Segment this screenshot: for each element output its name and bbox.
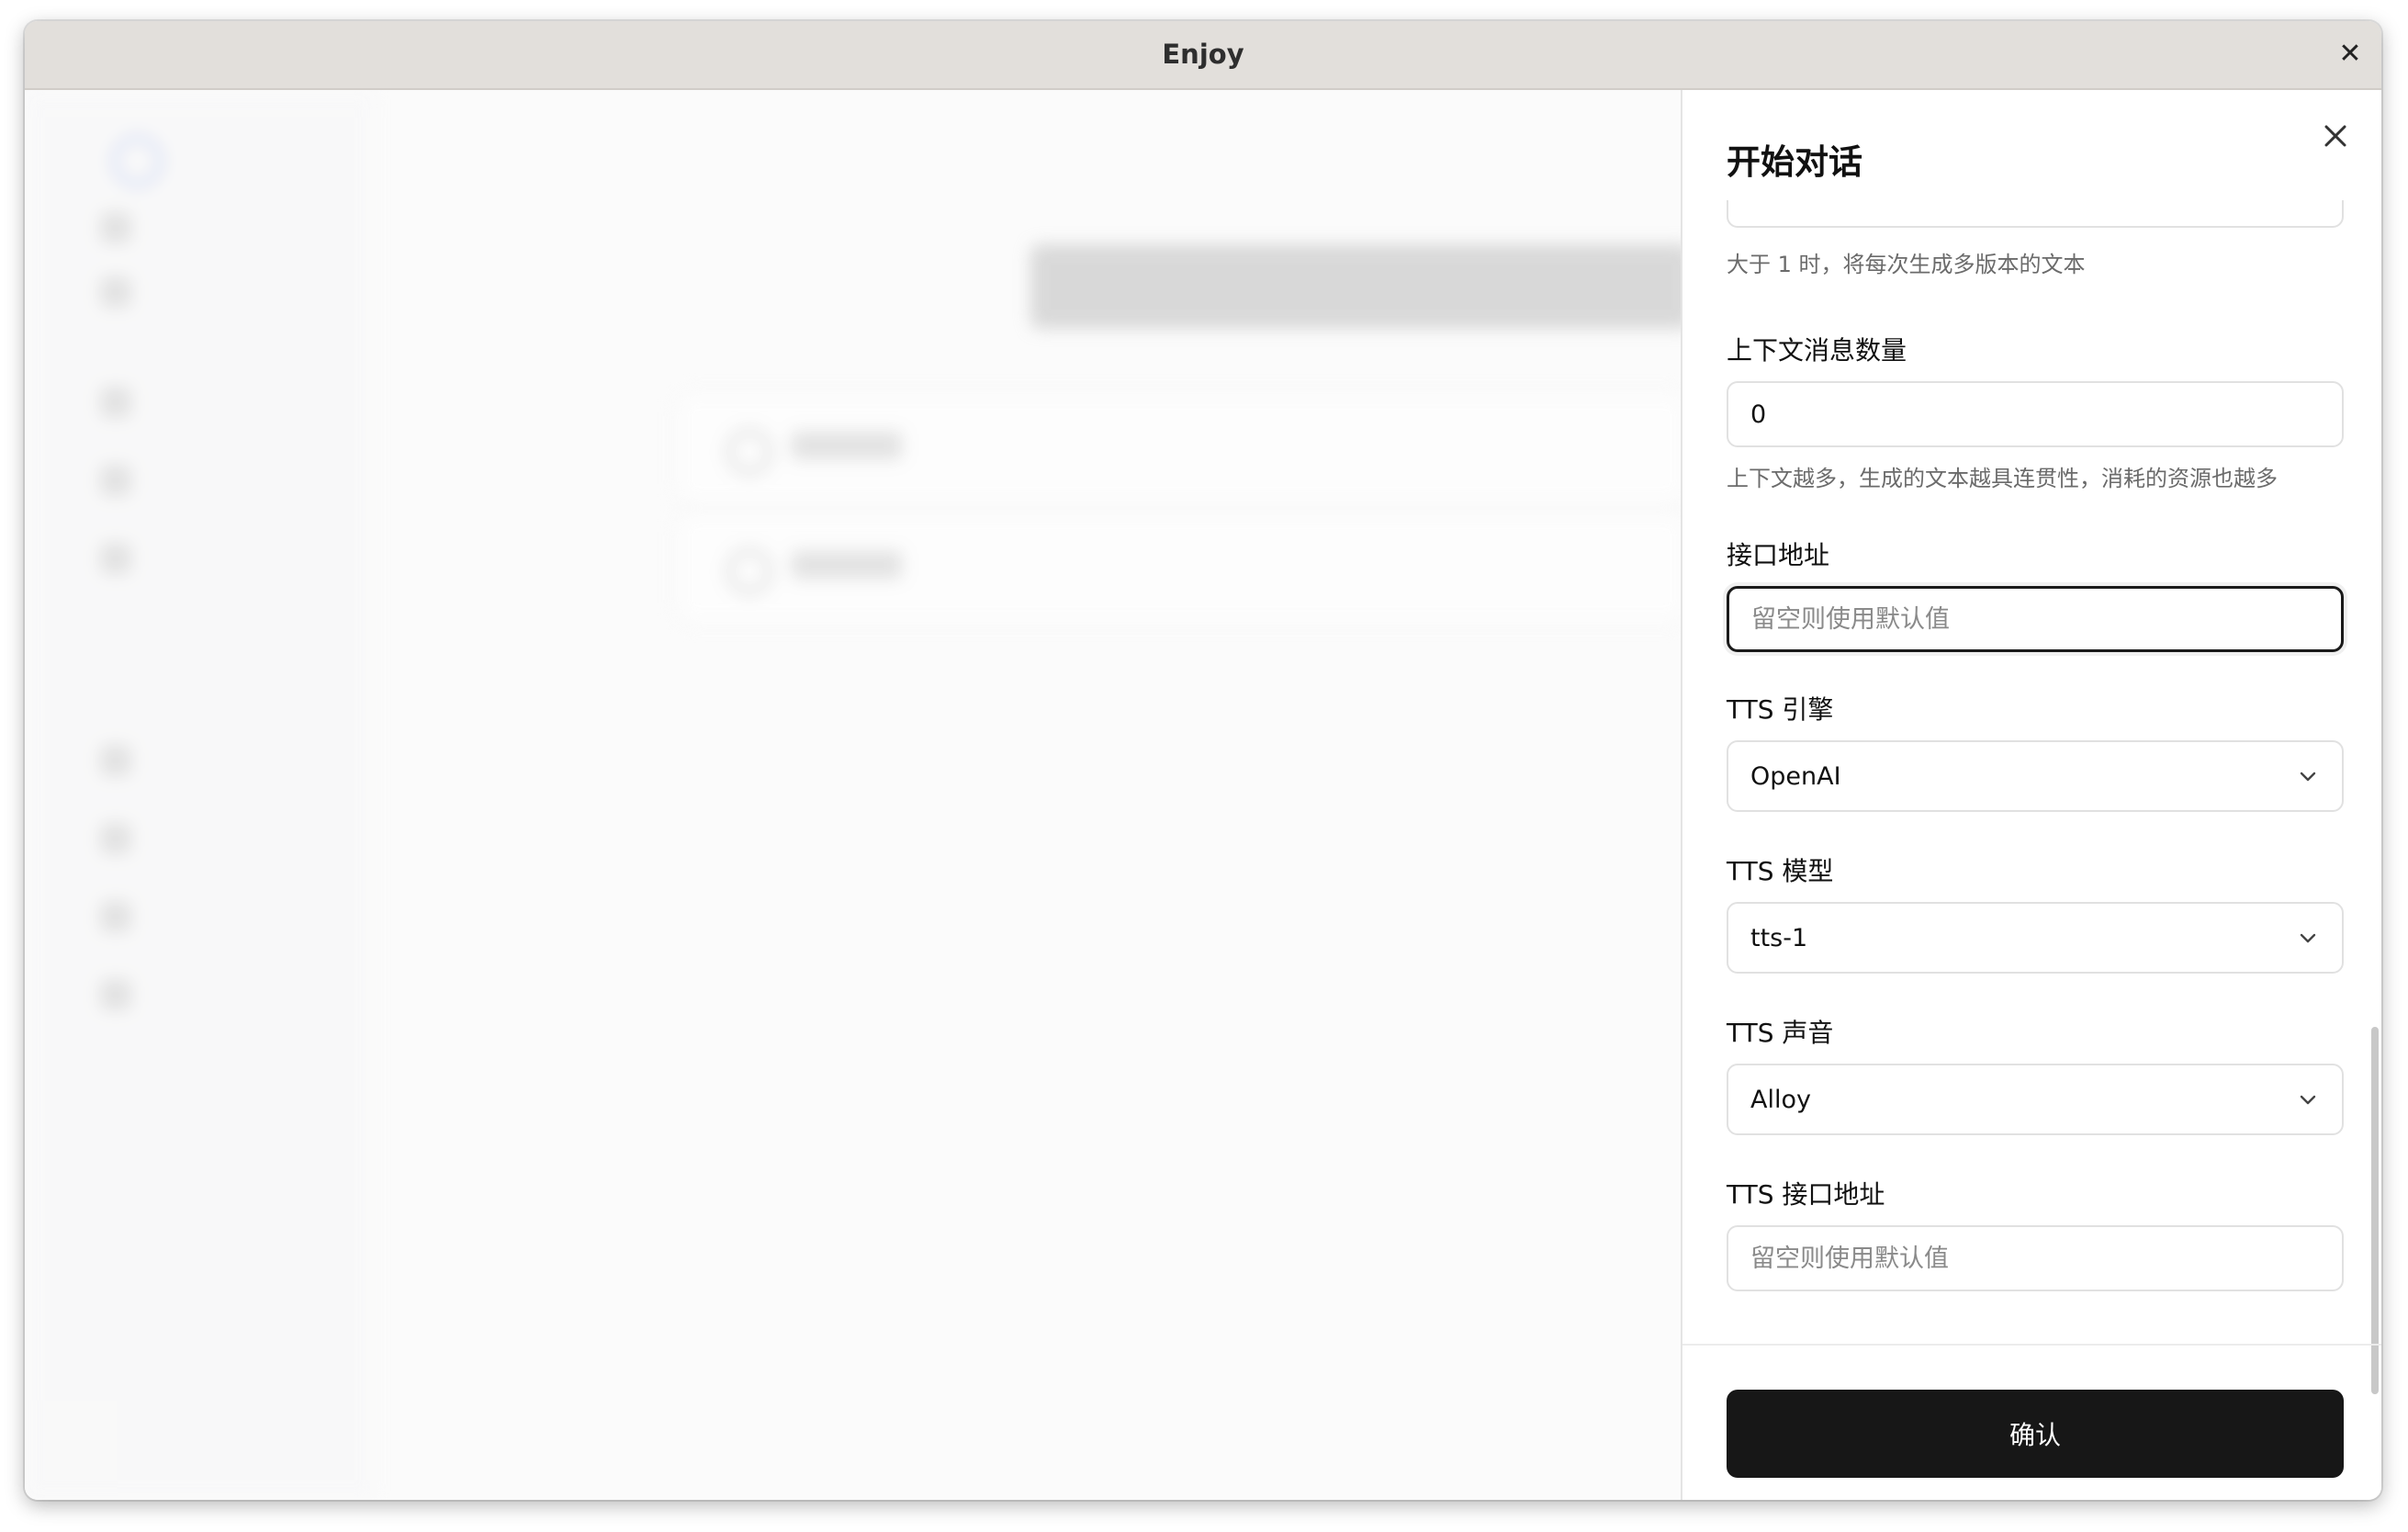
title-bar: Enjoy ✕ [25, 21, 2381, 90]
chat-icon [727, 430, 771, 474]
sidebar-item [100, 820, 131, 857]
context-help-text: 上下文越多，生成的文本越具连贯性，消耗的资源也越多 [1727, 466, 2278, 491]
search-icon [100, 276, 131, 308]
tts-model-value: tts-1 [1750, 923, 1808, 952]
sidebar-item [100, 976, 131, 1013]
scrollbar-thumb[interactable] [2371, 1027, 2379, 1394]
conversation-card [677, 393, 1681, 503]
sidebar-item [100, 742, 131, 779]
base-url-input[interactable] [1727, 586, 2344, 652]
blurred-content [25, 90, 1681, 1500]
chevron-down-icon [2300, 772, 2316, 782]
sidebar-item [100, 898, 131, 935]
sidebar-item [100, 462, 131, 499]
sidebar-item [100, 209, 131, 246]
chat-icon [100, 745, 131, 776]
audio-icon [100, 387, 131, 418]
n-input[interactable] [1727, 200, 2344, 228]
tts-voice-select[interactable]: Alloy [1727, 1064, 2344, 1135]
dialog-close-button[interactable] [2317, 118, 2354, 154]
n-help-text: 大于 1 时，将每次生成多版本的文本 [1727, 252, 2086, 277]
sidebar-item [100, 274, 131, 310]
context-label: 上下文消息数量 [1727, 335, 1907, 366]
tts-engine-select[interactable]: OpenAI [1727, 740, 2344, 812]
tts-model-select[interactable]: tts-1 [1727, 902, 2344, 974]
tts-base-url-input[interactable] [1727, 1225, 2344, 1291]
app-logo-icon [112, 136, 163, 186]
card-label [792, 432, 902, 459]
tts-voice-value: Alloy [1750, 1085, 1811, 1114]
base-url-label: 接口地址 [1727, 540, 1830, 570]
user-icon [100, 901, 131, 932]
new-conversation-button [1030, 244, 1681, 329]
tts-engine-label: TTS 引擎 [1727, 694, 1834, 725]
card-label [792, 551, 902, 579]
dialog-title: 开始对话 [1727, 142, 1862, 182]
tts-base-url-label: TTS 接口地址 [1727, 1179, 1885, 1210]
book-icon [100, 543, 131, 574]
chat-icon [727, 549, 771, 593]
start-conversation-dialog: 开始对话 大于 1 时，将每次生成多版本的文本 上下文消息数量 上下文越多，生成… [1681, 90, 2381, 1500]
background-app-overlay [25, 90, 1681, 1500]
close-icon [2324, 125, 2346, 147]
tts-engine-value: OpenAI [1750, 761, 1841, 791]
footer-divider [1682, 1344, 2381, 1346]
sidebar-item [100, 384, 131, 421]
chevron-down-icon [2300, 1095, 2316, 1105]
sidebar-item [100, 540, 131, 577]
window-title: Enjoy [1162, 39, 1244, 70]
app-window: Enjoy ✕ 开始对话 大于 1 时，将每次生成多版本的文本 上下文消息数量 … [25, 21, 2381, 1500]
context-count-input[interactable] [1727, 381, 2344, 447]
dialog-scroll-area[interactable]: 大于 1 时，将每次生成多版本的文本 上下文消息数量 上下文越多，生成的文本越具… [1682, 200, 2381, 1422]
tts-model-label: TTS 模型 [1727, 856, 1834, 886]
close-icon: ✕ [2338, 38, 2362, 70]
conversation-card [677, 513, 1681, 623]
chevron-down-icon [2300, 933, 2316, 943]
sidebar [25, 90, 374, 1500]
video-icon [100, 465, 131, 496]
tts-voice-label: TTS 声音 [1727, 1018, 1834, 1048]
confirm-button[interactable]: 确认 [1727, 1390, 2344, 1478]
gear-icon [100, 979, 131, 1010]
home-icon [100, 212, 131, 243]
notes-icon [100, 823, 131, 854]
window-close-button[interactable]: ✕ [2334, 38, 2367, 71]
